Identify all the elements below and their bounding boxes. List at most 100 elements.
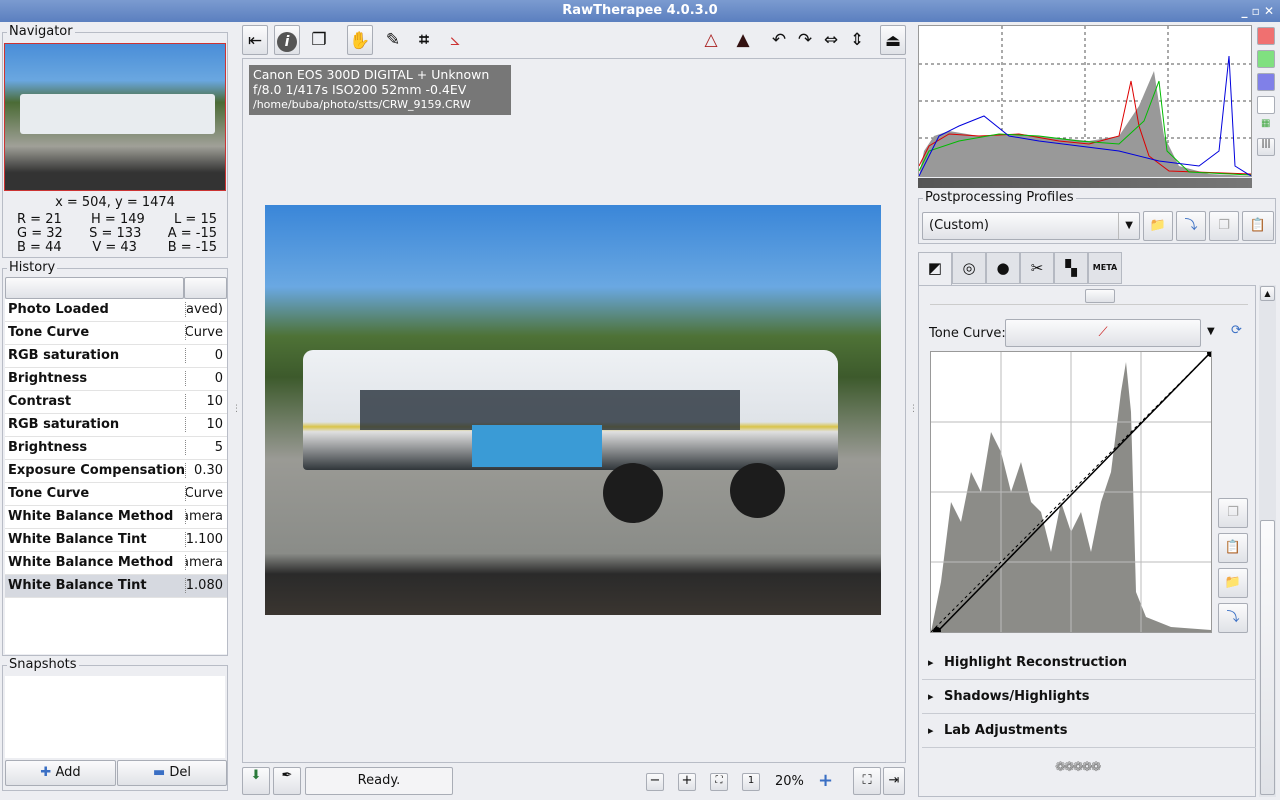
- history-item[interactable]: White Balance Method Camera: [5, 506, 227, 529]
- save-curve-button[interactable]: ⤵: [1218, 603, 1248, 633]
- snapshots-list[interactable]: [5, 676, 225, 758]
- rotate-left-button[interactable]: ↶: [766, 25, 792, 55]
- shadow-clipping-button[interactable]: ▲: [730, 25, 756, 55]
- flip-vertical-button[interactable]: ⇕: [844, 25, 870, 55]
- chevron-down-icon[interactable]: ▼: [1207, 326, 1215, 337]
- toggle-red-button[interactable]: [1257, 27, 1275, 45]
- history-item-name: RGB saturation: [8, 417, 120, 432]
- curve-slider[interactable]: [930, 287, 1248, 305]
- status-text: Ready.: [357, 773, 401, 788]
- history-item[interactable]: Brightness 5: [5, 437, 227, 460]
- info-toggle-button[interactable]: i: [274, 25, 300, 55]
- fullscreen-button[interactable]: ⛶: [853, 767, 881, 795]
- rotate-left-icon: ↶: [771, 30, 787, 50]
- copy-curve-button[interactable]: ❐: [1218, 498, 1248, 528]
- history-item[interactable]: Tone Curve Curve: [5, 483, 227, 506]
- history-item[interactable]: Photo Loaded (Saved): [5, 299, 227, 322]
- section-highlight-reconstruction[interactable]: Highlight Reconstruction: [922, 646, 1256, 680]
- profile-select[interactable]: (Custom) ▼: [922, 212, 1140, 240]
- tab-detail[interactable]: ◎: [952, 252, 986, 284]
- load-profile-button[interactable]: 📁: [1143, 211, 1173, 241]
- save-image-button[interactable]: ⬇: [242, 767, 270, 795]
- history-item[interactable]: Tone Curve Curve: [5, 322, 227, 345]
- history-item-value: Camera: [185, 555, 227, 570]
- hide-top-panel-button[interactable]: ⏏: [880, 25, 906, 55]
- history-item[interactable]: Exposure Compensation 0.30: [5, 460, 227, 483]
- highlight-clipping-button[interactable]: △: [698, 25, 724, 55]
- metadata-icon: META: [1092, 263, 1118, 272]
- window-controls[interactable]: _ ▫ ✕: [1241, 0, 1274, 22]
- clipboard-icon: 📋: [1249, 218, 1267, 233]
- load-curve-button[interactable]: 📁: [1218, 568, 1248, 598]
- copy-profile-button[interactable]: ❐: [1209, 211, 1239, 241]
- scroll-up-button[interactable]: ▲: [1260, 286, 1275, 301]
- zoom-in-button[interactable]: +: [678, 773, 696, 791]
- zoom-100-button[interactable]: 1: [742, 773, 760, 791]
- tab-raw[interactable]: ▚: [1054, 252, 1088, 284]
- navigator-label: Navigator: [7, 24, 75, 39]
- history-item[interactable]: Contrast 10: [5, 391, 227, 414]
- section-shadows-highlights[interactable]: Shadows/Highlights: [922, 680, 1256, 714]
- zoom-out-button[interactable]: −: [646, 773, 664, 791]
- add-snapshot-button[interactable]: ✚ Add: [5, 760, 116, 786]
- slider-handle[interactable]: [1085, 289, 1115, 303]
- hide-left-panel-button[interactable]: ⇤: [242, 25, 268, 55]
- file-path: /home/buba/photo/stts/CRW_9159.CRW: [253, 98, 471, 111]
- toggle-luminance-button[interactable]: [1257, 96, 1275, 114]
- history-col-header[interactable]: [5, 277, 184, 299]
- paste-curve-button[interactable]: 📋: [1218, 533, 1248, 563]
- tool-panel-scrollbar[interactable]: ▲: [1259, 285, 1276, 797]
- toggle-green-button[interactable]: [1257, 50, 1275, 68]
- hand-icon: ✋: [349, 31, 371, 51]
- history-item[interactable]: White Balance Method Camera: [5, 552, 227, 575]
- crop-tool-button[interactable]: ⌗: [411, 25, 437, 55]
- hide-right-panel-button[interactable]: ⇥: [883, 767, 905, 795]
- val-s: S = 133: [89, 226, 142, 241]
- paste-profile-button[interactable]: 📋: [1242, 211, 1274, 241]
- history-item-name: Photo Loaded: [8, 302, 109, 317]
- tab-metadata[interactable]: META: [1088, 252, 1122, 284]
- toggle-raw-button[interactable]: ▦: [1261, 118, 1270, 129]
- history-item[interactable]: White Balance Tint 1.100: [5, 529, 227, 552]
- zoom-fit-button[interactable]: ⛶: [710, 773, 728, 791]
- cursor-coords: x = 504, y = 1474: [55, 195, 175, 210]
- history-item[interactable]: RGB saturation 10: [5, 414, 227, 437]
- zoom-level: 20%: [775, 774, 804, 789]
- toggle-bar-button[interactable]: |||: [1257, 138, 1275, 156]
- history-item-name: White Balance Method: [8, 555, 174, 570]
- flip-horizontal-button[interactable]: ⇔: [818, 25, 844, 55]
- image-preview-area[interactable]: Canon EOS 300D DIGITAL + Unknown f/8.0 1…: [242, 58, 906, 763]
- photo[interactable]: [265, 205, 881, 615]
- history-item[interactable]: RGB saturation 0: [5, 345, 227, 368]
- tab-exposure[interactable]: ◩: [918, 252, 952, 286]
- rotate-right-button[interactable]: ↷: [792, 25, 818, 55]
- del-snapshot-button[interactable]: ▬ Del: [117, 760, 227, 786]
- history-item-value: Curve: [185, 325, 227, 340]
- navigator-panel: Navigator x = 504, y = 1474 R = 21 H = 14…: [2, 24, 228, 258]
- open-in-editor-button[interactable]: ✒: [273, 767, 301, 795]
- history-item-value: 0: [185, 348, 227, 363]
- curve-editor[interactable]: [930, 349, 1215, 635]
- history-item-value: (Saved): [185, 302, 227, 317]
- history-item-name: White Balance Tint: [8, 578, 147, 593]
- reset-curve-icon[interactable]: ⟳: [1231, 323, 1242, 338]
- curve-type-select[interactable]: ⟋: [1005, 319, 1201, 347]
- tab-transform[interactable]: ✂: [1020, 252, 1054, 284]
- section-lab-adjustments[interactable]: Lab Adjustments: [922, 714, 1256, 748]
- before-after-button[interactable]: ❐: [306, 25, 332, 55]
- tab-color[interactable]: ●: [986, 252, 1020, 284]
- white-balance-picker-button[interactable]: ✎: [380, 25, 406, 55]
- new-detail-window-button[interactable]: +: [818, 770, 833, 791]
- camera-model: Canon EOS 300D DIGITAL + Unknown: [253, 67, 490, 82]
- history-col-header-value[interactable]: [184, 277, 227, 299]
- history-item[interactable]: White Balance Tint 1.080: [5, 575, 227, 598]
- history-item-name: RGB saturation: [8, 348, 120, 363]
- navigator-thumbnail[interactable]: [4, 43, 226, 191]
- scroll-thumb[interactable]: [1260, 520, 1275, 795]
- toggle-blue-button[interactable]: [1257, 73, 1275, 91]
- straighten-tool-button[interactable]: ⦣: [442, 25, 468, 55]
- hand-tool-button[interactable]: ✋: [347, 25, 373, 55]
- save-profile-button[interactable]: ⤵: [1176, 211, 1206, 241]
- history-item[interactable]: Brightness 0: [5, 368, 227, 391]
- gimp-icon: ✒: [281, 768, 293, 783]
